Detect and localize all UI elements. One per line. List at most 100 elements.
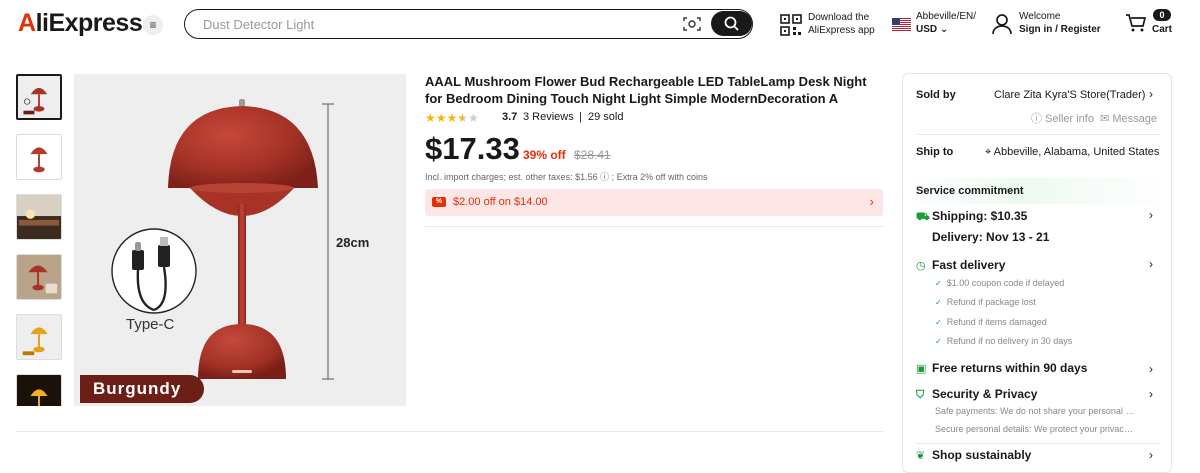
thumbnail-4[interactable] xyxy=(16,254,62,300)
chevron-right-icon[interactable]: › xyxy=(1149,387,1153,401)
original-price: $28.41 xyxy=(574,148,611,162)
rating-stars: ★★★★★ xyxy=(425,111,479,125)
download-line-2: AliExpress app xyxy=(808,25,875,36)
aliexpress-logo[interactable]: AliExpress xyxy=(18,9,143,38)
panel-divider xyxy=(916,443,1161,444)
current-price: $17.33 xyxy=(425,131,520,166)
service-commitment-header: Service commitment xyxy=(903,178,1171,204)
discount-badge: 39% off xyxy=(523,148,566,162)
returns-icon: ▣ xyxy=(916,363,927,375)
check-icon: ✓ xyxy=(935,298,942,307)
logo-rest: liExpress xyxy=(35,9,143,37)
welcome-text: Welcome xyxy=(1019,11,1061,22)
security-privacy-row[interactable]: ⛉ Security & Privacy xyxy=(916,387,1037,402)
tax-note: Incl. import charges; est. other taxes: … xyxy=(425,172,708,182)
coupon-text: $2.00 off on $14.00 xyxy=(453,196,548,208)
check-icon: ✓ xyxy=(935,318,942,327)
thumbnail-3[interactable] xyxy=(16,194,62,240)
product-title: AAAL Mushroom Flower Bud Rechargeable LE… xyxy=(425,74,867,106)
check-icon: ✓ xyxy=(935,279,942,288)
service-commitment-label: Service commitment xyxy=(916,185,1024,197)
info-icon: ⓘ xyxy=(1031,113,1046,125)
seller-info-link[interactable]: Seller info xyxy=(1045,113,1094,125)
free-returns-label: Free returns within 90 days xyxy=(932,361,1088,375)
chevron-right-icon[interactable]: › xyxy=(1149,448,1153,462)
star-icon: ★ xyxy=(435,111,447,125)
free-returns-row[interactable]: ▣ Free returns within 90 days xyxy=(916,361,1087,375)
currency-label: USD xyxy=(916,24,938,35)
star-icon: ★ xyxy=(425,111,436,125)
delivery-date: Delivery: Nov 13 - 21 xyxy=(932,230,1050,244)
cart-label: Cart xyxy=(1152,24,1173,35)
security-label: Security & Privacy xyxy=(932,387,1038,401)
thumbnail-1[interactable] xyxy=(16,74,62,120)
chevron-down-icon: ⌄ xyxy=(939,24,949,35)
clock-icon: ◷ xyxy=(916,260,926,272)
cart-count-badge: 0 xyxy=(1153,9,1171,21)
ship-to-selector[interactable]: ⌖ Abbeville, Alabama, United States xyxy=(985,146,1160,159)
image-search-icon[interactable] xyxy=(683,16,701,32)
truck-icon: ⛟ xyxy=(916,211,930,223)
cart-button[interactable]: 0 Cart xyxy=(1125,8,1175,40)
shipping-row[interactable]: ⛟ Shipping: $10.35 xyxy=(916,209,1027,225)
cart-icon xyxy=(1126,14,1147,32)
purchase-panel: Sold by Clare Zita Kyra'S Store(Trader) … xyxy=(902,73,1172,473)
chevron-right-icon[interactable]: › xyxy=(1149,362,1153,376)
chevron-right-icon[interactable]: › xyxy=(1149,257,1153,271)
message-link[interactable]: Message xyxy=(1112,113,1157,125)
fast-delivery-label: Fast delivery xyxy=(932,258,1006,272)
ship-to-label: Ship to xyxy=(916,146,954,158)
user-icon xyxy=(992,14,1012,35)
coupon-icon: % xyxy=(432,197,446,207)
coupon-bar[interactable]: % $2.00 off on $14.00 › xyxy=(425,189,883,216)
search-icon xyxy=(724,16,739,31)
check-icon: ✓ xyxy=(935,337,942,346)
rating-separator: | xyxy=(579,111,582,123)
shipping-cost: Shipping: $10.35 xyxy=(932,209,1028,223)
shop-sustainably-row[interactable]: ❦ Shop sustainably xyxy=(916,448,1031,462)
qr-code-icon xyxy=(780,14,802,36)
thumbnail-5[interactable] xyxy=(16,314,62,360)
us-flag-icon xyxy=(892,18,911,31)
empty-star-icon: ★ xyxy=(468,111,479,125)
fast-delivery-benefit: ✓ Refund if no delivery in 30 days xyxy=(935,336,1073,346)
thumbnail-strip xyxy=(16,74,64,406)
secure-details-text: Secure personal details: We protect your… xyxy=(935,424,1135,434)
sign-in-link[interactable]: Sign in / Register xyxy=(1019,24,1101,35)
chevron-right-icon[interactable]: › xyxy=(1149,208,1153,222)
hamburger-icon[interactable]: ≡ xyxy=(143,15,163,35)
ship-to-value: Abbeville, Alabama, United States xyxy=(993,146,1160,158)
message-icon: ✉ xyxy=(1100,113,1113,125)
info-divider xyxy=(425,226,883,227)
fast-delivery-benefit: ✓ Refund if package lost xyxy=(935,297,1036,307)
star-icon: ★ xyxy=(446,111,458,125)
fast-delivery-benefit: ✓ $1.00 coupon code if delayed xyxy=(935,278,1065,288)
thumbnail-6[interactable] xyxy=(16,374,62,406)
location-pin-icon: ⌖ xyxy=(985,146,994,158)
lamp-height-label: 28cm xyxy=(336,235,370,250)
safe-payments-text: Safe payments: We do not share your pers… xyxy=(935,406,1135,416)
reviews-link[interactable]: 3 Reviews xyxy=(523,111,574,123)
leaf-icon: ❦ xyxy=(916,450,926,462)
color-variant-label: Burgundy xyxy=(80,375,204,403)
seller-name-link[interactable]: Clare Zita Kyra'S Store(Trader) xyxy=(994,89,1145,101)
thumbnail-2[interactable] xyxy=(16,134,62,180)
sold-count: 29 sold xyxy=(588,111,624,123)
search-bar xyxy=(184,9,753,39)
search-button[interactable] xyxy=(711,11,752,36)
panel-divider xyxy=(916,134,1161,135)
main-product-image[interactable]: 28cm Type-C Burgundy xyxy=(74,74,406,406)
fast-delivery-benefit: ✓ Refund if items damaged xyxy=(935,317,1047,327)
chevron-right-icon[interactable]: › xyxy=(1149,87,1153,101)
download-line-1: Download the xyxy=(808,12,870,23)
search-input[interactable] xyxy=(203,14,673,34)
locale-line-1: Abbeville/EN/ xyxy=(916,11,977,22)
site-header: AliExpress ≡ Download the AliExpress app xyxy=(0,0,1200,50)
section-divider xyxy=(16,431,884,432)
chevron-right-icon: › xyxy=(869,194,874,209)
shop-sustainably-label: Shop sustainably xyxy=(932,448,1032,462)
sold-by-label: Sold by xyxy=(916,89,956,101)
shield-icon: ⛉ xyxy=(916,389,925,401)
connector-label: Type-C xyxy=(126,316,175,333)
fast-delivery-row[interactable]: ◷ Fast delivery xyxy=(916,258,1005,272)
